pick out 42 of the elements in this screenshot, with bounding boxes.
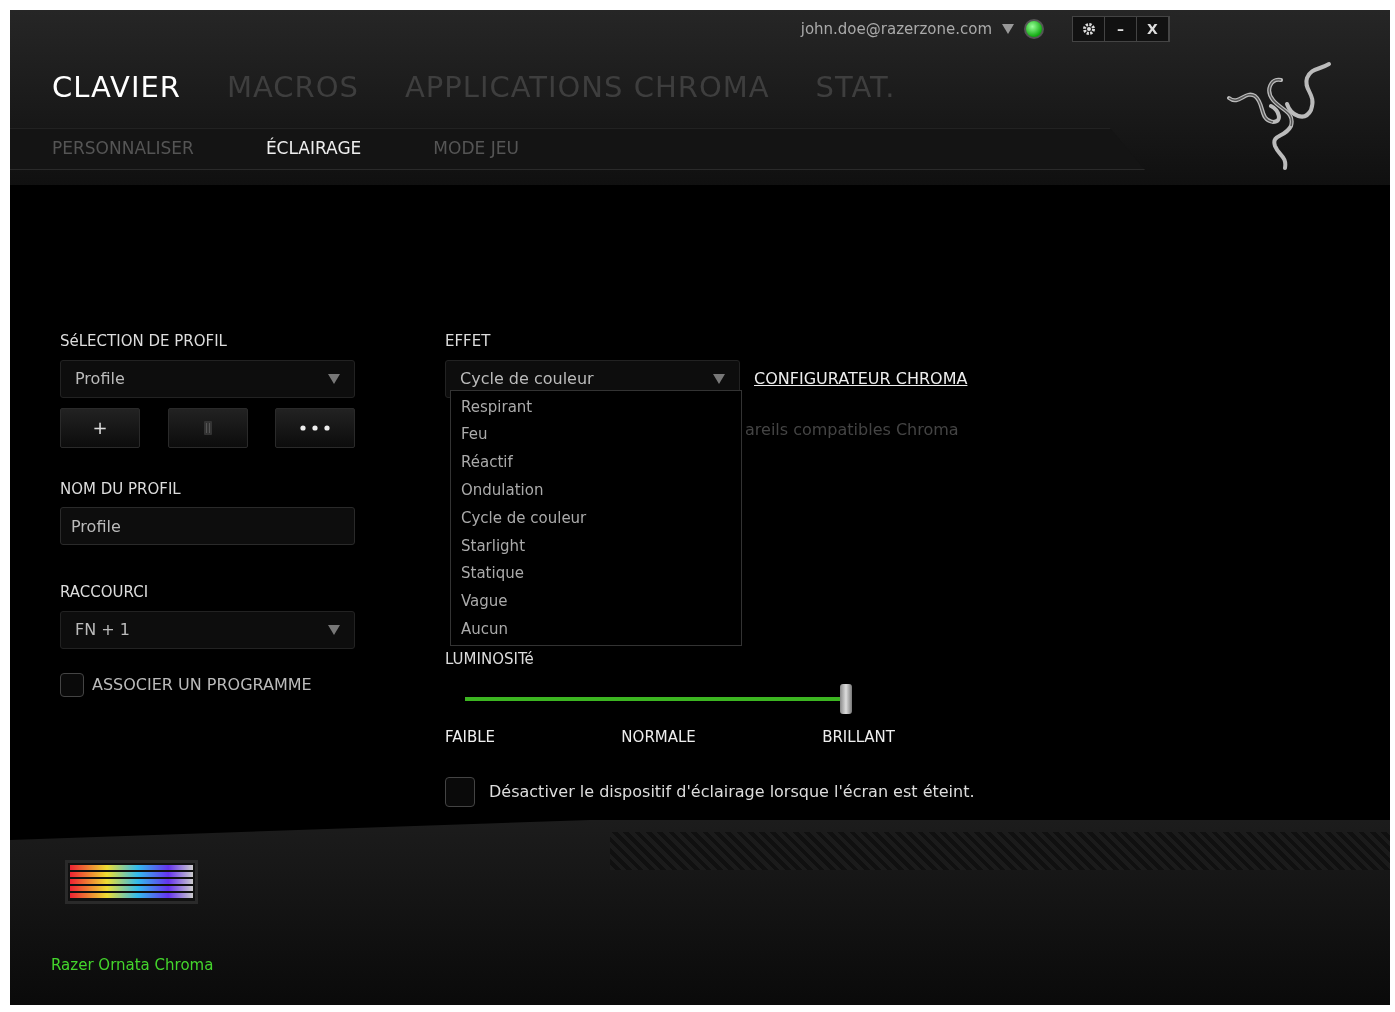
sub-tab[interactable]: ÉCLAIRAGE — [265, 136, 362, 162]
menu-option[interactable]: Cycle de couleur — [451, 504, 741, 532]
chroma-configurator-link[interactable]: CONFIGURATEUR CHROMA — [754, 366, 968, 391]
hint-text: areils compatibles Chroma — [745, 418, 960, 441]
close-button[interactable]: X — [1137, 17, 1169, 41]
minimize-button[interactable]: – — [1105, 17, 1137, 41]
brightness-slider[interactable] — [465, 684, 850, 714]
settings-icon — [1081, 22, 1096, 36]
trash-icon — [203, 420, 212, 435]
menu-option[interactable]: Statique — [451, 559, 741, 588]
caret-icon — [328, 373, 340, 384]
menu-option[interactable]: Ondulation — [451, 476, 741, 505]
checkbox[interactable] — [60, 672, 84, 697]
checkbox-label: ASSOCIER UN PROGRAMME — [92, 673, 312, 696]
device-name: Razer Ornata Chroma — [51, 955, 215, 976]
profile-name-field[interactable]: Profile — [60, 507, 355, 545]
field-label: RACCOURCI — [60, 582, 150, 603]
shortcut-dropdown[interactable]: FN + 1 — [60, 610, 355, 649]
menu-option[interactable]: Réactif — [451, 448, 741, 477]
field-label: EFFET — [445, 331, 492, 352]
caret-icon — [713, 373, 725, 384]
menu-option[interactable]: Vague — [451, 587, 741, 616]
caret-icon — [1002, 24, 1014, 34]
scale-label: BRILLANT — [822, 727, 895, 748]
menu-option[interactable]: Aucun — [451, 615, 741, 644]
scale-label: NORMALE — [621, 727, 696, 748]
checkbox[interactable] — [445, 776, 475, 807]
settings-button[interactable] — [1073, 17, 1105, 41]
checkbox-label: Désactiver le dispositif d'éclairage lorsque l'écran est éteint. — [489, 780, 975, 803]
field-label: NOM DU PROFIL — [60, 478, 182, 500]
account-email[interactable]: john.doe@razerzone.com — [800, 17, 992, 41]
tab[interactable]: CLAVIER — [52, 66, 227, 110]
dots-icon — [300, 424, 330, 431]
more-button[interactable] — [275, 407, 355, 448]
menu-option[interactable]: Feu — [451, 420, 741, 449]
add-button[interactable]: + — [60, 407, 140, 448]
menu-option[interactable]: Starlight — [451, 532, 741, 560]
field-label: LUMINOSITé — [445, 648, 535, 670]
profile-dropdown[interactable]: Profile — [60, 359, 355, 398]
scale-label: FAIBLE — [445, 727, 496, 748]
caret-icon — [328, 624, 340, 635]
field-label: SéLECTION DE PROFIL — [60, 331, 228, 352]
